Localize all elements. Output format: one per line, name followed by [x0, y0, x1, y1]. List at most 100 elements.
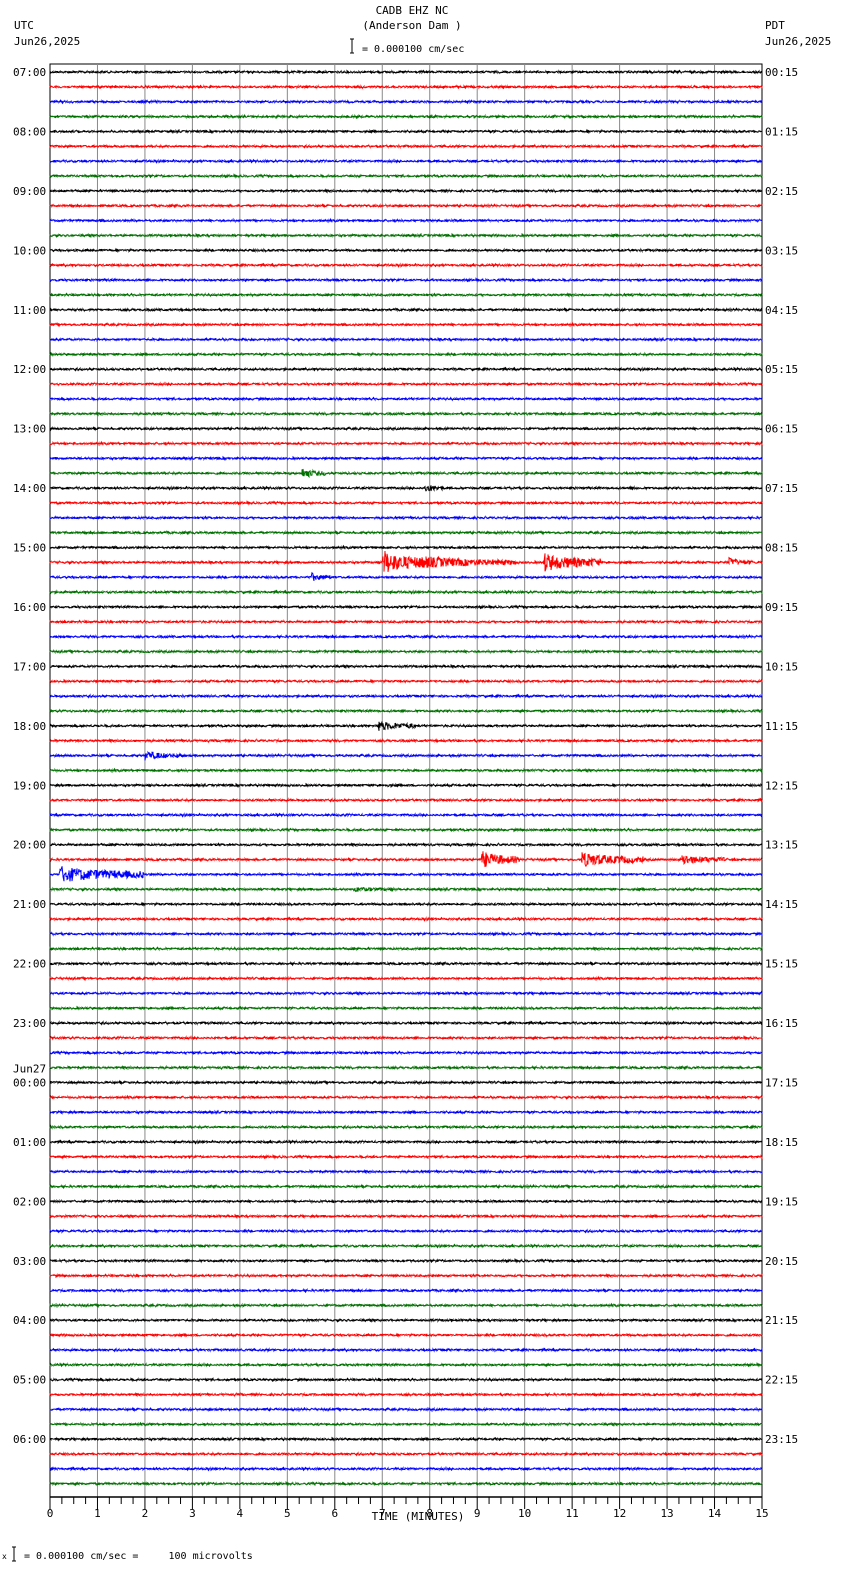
station-subtitle: (Anderson Dam ) [362, 19, 461, 32]
seismic-trace [49, 173, 763, 179]
pdt-hour-label: 15:15 [765, 958, 798, 971]
footer-scale-label: = 0.000100 cm/sec = 100 microvolts [24, 1551, 253, 1562]
seismic-trace [49, 1272, 763, 1279]
seismic-trace [49, 1005, 763, 1011]
pdt-hour-label: 08:15 [765, 542, 798, 555]
seismic-trace [49, 589, 763, 595]
seismic-trace [49, 1391, 763, 1398]
pdt-hour-label: 03:15 [765, 244, 798, 257]
seismic-trace [49, 1064, 763, 1071]
right-date: Jun26,2025 [765, 35, 831, 48]
seismic-trace [49, 1465, 763, 1472]
seismic-trace [49, 1287, 763, 1294]
seismic-trace [49, 1451, 763, 1457]
seismic-trace [49, 158, 763, 164]
utc-hour-label: 15:00 [13, 542, 46, 555]
date-change-label: Jun27 [13, 1062, 46, 1075]
seismic-trace [49, 113, 763, 120]
right-timezone: PDT [765, 19, 785, 32]
seismic-trace [49, 69, 763, 75]
utc-hour-label: 19:00 [13, 779, 46, 792]
x-tick-label: 1 [94, 1507, 101, 1520]
seismic-trace [49, 708, 763, 714]
seismic-trace [49, 886, 763, 893]
pdt-hour-label: 20:15 [765, 1255, 798, 1268]
seismic-trace [49, 782, 763, 789]
seismic-trace [49, 648, 763, 655]
seismic-trace [49, 1183, 763, 1190]
seismic-trace [49, 514, 763, 521]
pdt-hour-label: 02:15 [765, 185, 798, 198]
seismic-trace [49, 1436, 763, 1442]
pdt-hour-label: 09:15 [765, 601, 798, 614]
seismic-trace [49, 1153, 763, 1160]
footer-scale-bar-icon [12, 1546, 16, 1562]
pdt-hour-label: 12:15 [765, 779, 798, 792]
x-tick-label: 14 [708, 1507, 722, 1520]
x-tick-label: 4 [237, 1507, 244, 1520]
pdt-hour-label: 14:15 [765, 898, 798, 911]
utc-hour-label: 11:00 [13, 304, 46, 317]
seismic-trace [49, 410, 763, 417]
utc-hour-label: 17:00 [13, 660, 46, 673]
seismic-trace [49, 827, 763, 833]
seismic-trace [49, 1139, 763, 1145]
seismic-trace [49, 84, 763, 90]
helicorder-chart: CADB EHZ NC (Anderson Dam ) UTC Jun26,20… [2, 4, 831, 1562]
seismic-trace [49, 1480, 763, 1487]
x-tick-label: 11 [566, 1507, 579, 1520]
seismic-trace [49, 604, 763, 610]
utc-hour-label: 12:00 [13, 363, 46, 376]
seismic-trace [49, 277, 763, 283]
seismic-trace [49, 500, 763, 506]
x-tick-label: 5 [284, 1507, 291, 1520]
seismic-trace [49, 544, 763, 551]
seismic-trace [49, 1094, 763, 1101]
x-axis-label: TIME (MINUTES) [372, 1510, 465, 1523]
seismic-trace [49, 1376, 763, 1383]
seismic-trace [49, 946, 763, 952]
seismic-trace [49, 321, 763, 328]
seismic-trace [49, 767, 763, 774]
seismic-trace [49, 98, 763, 105]
utc-hour-label: 01:00 [13, 1136, 46, 1149]
utc-hour-label: 23:00 [13, 1017, 46, 1030]
utc-hour-label: 09:00 [13, 185, 46, 198]
x-tick-label: 0 [47, 1507, 54, 1520]
station-title: CADB EHZ NC [376, 4, 449, 17]
seismic-trace [49, 1421, 763, 1427]
x-tick-label: 6 [331, 1507, 338, 1520]
seismic-trace [49, 633, 763, 640]
seismic-trace [49, 336, 763, 343]
seismic-trace [49, 262, 763, 269]
scale-label: = 0.000100 cm/sec [362, 44, 464, 55]
footer-marker: x [2, 1552, 7, 1561]
x-tick-label: 13 [660, 1507, 673, 1520]
seismic-trace [49, 1228, 763, 1234]
utc-hour-label: 20:00 [13, 839, 46, 852]
seismic-trace [49, 693, 763, 699]
seismic-trace [49, 916, 763, 922]
x-tick-label: 15 [755, 1507, 768, 1520]
pdt-hour-label: 17:15 [765, 1076, 798, 1089]
x-tick-label: 12 [613, 1507, 626, 1520]
x-tick-label: 3 [189, 1507, 196, 1520]
pdt-hour-label: 05:15 [765, 363, 798, 376]
pdt-hour-label: 10:15 [765, 660, 798, 673]
seismic-trace [49, 571, 763, 582]
seismic-trace [49, 529, 763, 536]
seismic-trace [49, 292, 763, 298]
seismic-trace [49, 1361, 763, 1368]
pdt-hour-label: 18:15 [765, 1136, 798, 1149]
utc-hour-label: 06:00 [13, 1433, 46, 1446]
seismic-trace [49, 797, 763, 803]
seismic-trace [49, 143, 763, 150]
seismic-trace [49, 550, 763, 572]
left-timezone: UTC [14, 19, 34, 32]
seismic-trace [49, 440, 763, 447]
seismic-trace [49, 812, 763, 818]
x-tick-label: 2 [142, 1507, 149, 1520]
pdt-hour-label: 21:15 [765, 1314, 798, 1327]
seismic-trace [49, 618, 763, 625]
seismic-trace [49, 1302, 763, 1309]
